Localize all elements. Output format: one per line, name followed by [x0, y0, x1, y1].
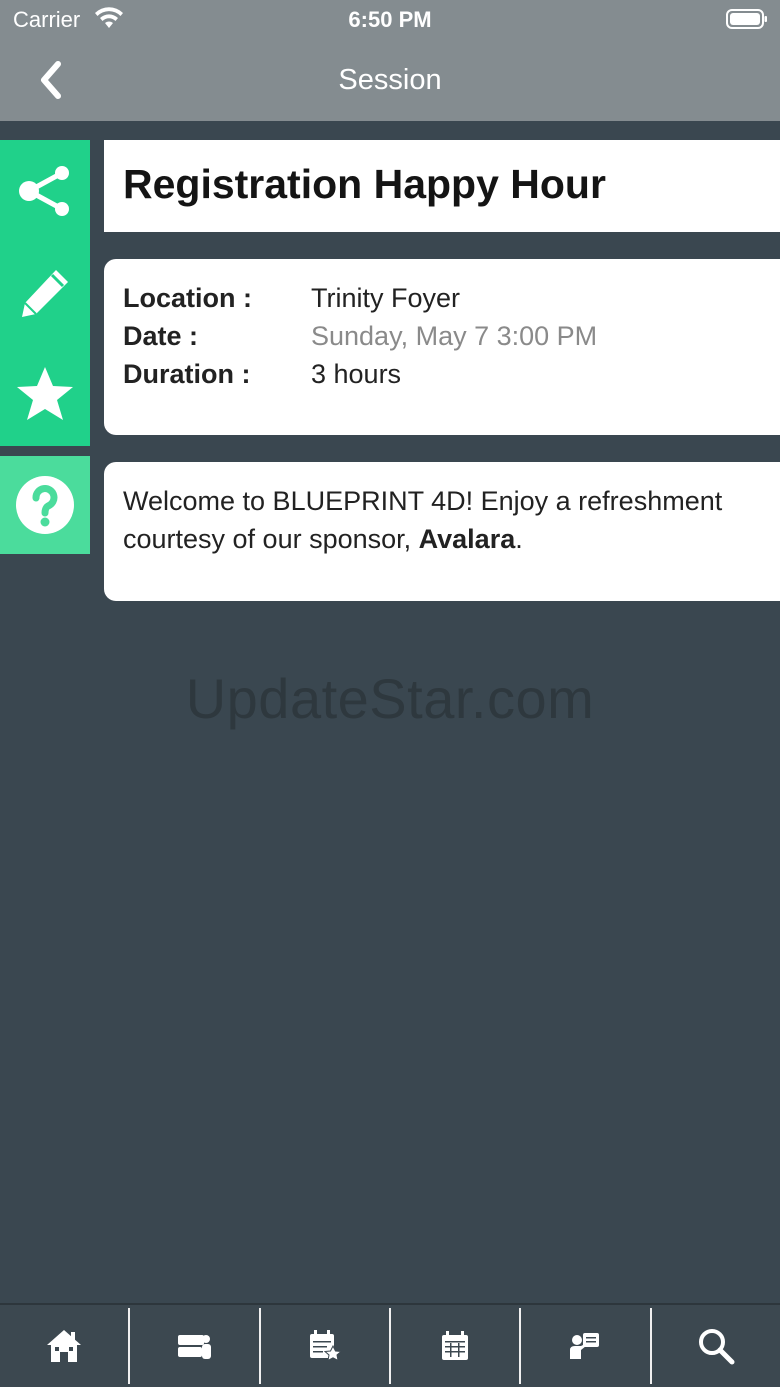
tab-speakers[interactable]	[521, 1308, 652, 1384]
help-button[interactable]	[0, 456, 90, 554]
watermark: UpdateStar.com	[185, 667, 595, 730]
session-title-card: Registration Happy Hour	[104, 140, 780, 232]
duration-label: Duration :	[123, 359, 251, 389]
description-end: .	[515, 524, 523, 554]
booth-icon	[178, 1335, 212, 1359]
pencil-icon	[22, 270, 68, 317]
session-description-card: Welcome to BLUEPRINT 4D! Enjoy a refresh…	[104, 462, 780, 601]
clock: 6:50 PM	[348, 7, 432, 32]
share-icon	[19, 166, 69, 216]
search-icon	[698, 1329, 735, 1365]
date-value: Sunday, May 7 3:00 PM	[311, 321, 598, 351]
star-icon	[17, 367, 73, 420]
note-button[interactable]	[0, 242, 90, 344]
question-icon	[16, 476, 74, 534]
location-label: Location :	[123, 283, 252, 313]
tab-exhibitors[interactable]	[130, 1308, 261, 1384]
duration-value: 3 hours	[311, 359, 402, 389]
speaker-icon	[570, 1333, 600, 1359]
share-button[interactable]	[0, 140, 90, 242]
favorite-button[interactable]	[0, 344, 90, 446]
sponsor-name: Avalara	[418, 524, 516, 554]
page-title: Session	[338, 64, 442, 96]
location-row: Location : Trinity Foyer	[123, 279, 761, 317]
session-info-card: Location : Trinity Foyer Date : Sunday, …	[104, 259, 780, 435]
side-action-bar	[0, 140, 90, 554]
status-bar: Carrier 6:50 PM	[0, 0, 780, 40]
tab-schedule[interactable]	[391, 1308, 522, 1384]
tab-search[interactable]	[652, 1308, 780, 1384]
tab-my-schedule[interactable]	[261, 1308, 391, 1384]
tab-bar	[0, 1303, 780, 1387]
session-title: Registration Happy Hour	[123, 161, 606, 207]
date-label: Date :	[123, 321, 199, 351]
date-row: Date : Sunday, May 7 3:00 PM	[123, 317, 761, 355]
nav-bar: Session	[0, 40, 780, 121]
home-icon	[47, 1330, 82, 1362]
calendar-star-icon	[309, 1330, 342, 1362]
calendar-icon	[442, 1331, 469, 1360]
battery-icon	[726, 9, 767, 29]
duration-row: Duration : 3 hours	[123, 355, 761, 393]
tab-home[interactable]	[0, 1308, 131, 1384]
location-value: Trinity Foyer	[311, 283, 461, 313]
